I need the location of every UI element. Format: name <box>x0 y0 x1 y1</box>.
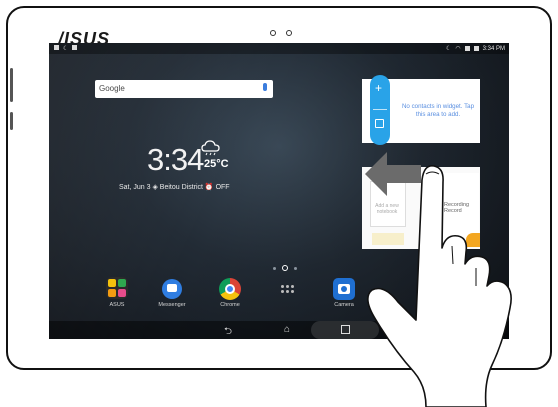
all-apps-icon[interactable] <box>281 285 294 293</box>
dnd-icon: ☾ <box>446 46 452 52</box>
folder-app-icon <box>117 279 126 287</box>
app-label-asus: ASUS <box>109 302 125 308</box>
folder-app-icon <box>108 279 116 287</box>
status-time: 3:34 PM <box>482 45 505 52</box>
hand-gesture-icon <box>367 164 512 407</box>
power-button <box>10 112 13 130</box>
notification-icon <box>54 45 59 50</box>
chrome-icon[interactable] <box>219 278 241 300</box>
volume-button <box>10 68 13 102</box>
app-label-chrome: Chrome <box>220 302 240 308</box>
google-search-bar[interactable]: Google <box>95 80 273 98</box>
back-icon[interactable]: ⮌ <box>221 324 235 337</box>
moon-icon: ☾ <box>63 46 69 52</box>
front-camera-icon <box>270 30 276 36</box>
weather-icon[interactable] <box>200 140 222 156</box>
sim-icon <box>464 46 470 51</box>
date-location-line: Sat, Jun 3 ◈ Beitou District ⏰ OFF <box>119 184 230 191</box>
camera-lens <box>338 284 350 294</box>
app-label-messenger: Messenger <box>158 302 186 308</box>
contacts-widget-message: No contacts in widget. Tap this area to … <box>401 103 475 118</box>
toolbar-divider <box>373 109 387 110</box>
contacts-widget-toolbar[interactable]: + <box>370 75 390 145</box>
recents-icon[interactable] <box>341 325 350 334</box>
folder-app-icon <box>108 288 116 297</box>
folder-app-icon <box>117 288 126 297</box>
sensor-icon <box>286 30 292 36</box>
page-dot <box>294 266 297 270</box>
status-bar: ☾ ☾ ◠ 3:34 PM <box>49 43 509 54</box>
notification-icon-2 <box>72 45 78 50</box>
messages-icon[interactable] <box>162 279 182 299</box>
message-bubble <box>167 284 177 292</box>
home-icon[interactable]: ⌂ <box>280 324 294 336</box>
temperature: 25°C <box>204 158 229 170</box>
wifi-icon: ◠ <box>455 46 461 52</box>
camera-icon[interactable] <box>333 278 355 300</box>
page-dot <box>273 266 276 270</box>
google-mic-icon[interactable] <box>263 83 267 91</box>
page-indicator <box>273 265 297 271</box>
add-contact-icon[interactable]: + <box>375 81 382 95</box>
google-label: Google <box>99 84 125 93</box>
asus-folder-icon[interactable] <box>106 277 128 299</box>
clock-time[interactable]: 3:34 <box>147 142 204 178</box>
edit-icon[interactable] <box>375 119 384 128</box>
chrome-center <box>225 284 235 294</box>
page-dot-active <box>282 265 288 271</box>
battery-icon <box>473 46 479 51</box>
